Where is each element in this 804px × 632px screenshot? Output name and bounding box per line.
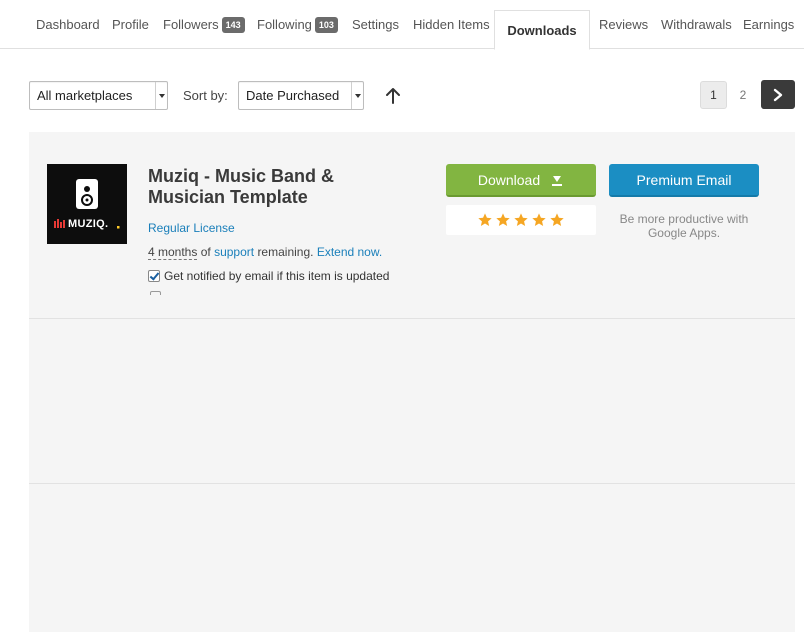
download-button[interactable]: Download — [446, 164, 596, 197]
license-link[interactable]: Regular License — [148, 221, 235, 235]
next-page-button[interactable] — [761, 80, 795, 109]
notify-option: Get notified by email if this item is up… — [148, 269, 389, 283]
page-2-button[interactable]: 2 — [732, 81, 754, 109]
tab-label: Hidden Items — [413, 17, 490, 32]
tab-label: Settings — [352, 17, 399, 32]
star-icon[interactable] — [531, 212, 547, 228]
support-text: of — [200, 245, 211, 259]
sort-select-value: Date Purchased — [246, 88, 340, 103]
support-duration: 4 months — [148, 245, 198, 260]
tab-label: Downloads — [507, 22, 577, 38]
item-thumbnail[interactable]: MUZIQ. — [47, 164, 127, 244]
download-label: Download — [477, 171, 541, 188]
support-status: 4 months of support remaining. Extend no… — [148, 245, 382, 260]
premium-email-button[interactable]: Premium Email — [609, 164, 759, 197]
row-divider — [29, 483, 795, 484]
tab-label: Earnings — [743, 17, 795, 32]
row-divider — [29, 318, 795, 319]
tab-following[interactable]: Following 103 — [257, 0, 338, 49]
page-number: 2 — [739, 88, 747, 102]
downloads-panel — [29, 132, 795, 632]
chevron-right-icon — [773, 88, 783, 101]
download-arrow-icon — [550, 173, 564, 187]
arrow-up-icon[interactable] — [384, 86, 402, 106]
tab-label: Withdrawals — [661, 17, 732, 32]
tab-downloads[interactable]: Downloads — [494, 10, 590, 50]
star-icon[interactable] — [477, 212, 493, 228]
tab-label: Dashboard — [36, 17, 100, 32]
tab-label: Profile — [112, 17, 149, 32]
marketplace-select[interactable]: All marketplaces — [29, 81, 168, 110]
tab-earnings[interactable]: Earnings — [743, 0, 794, 49]
dropdown-arrow-icon — [351, 82, 363, 109]
tab-settings[interactable]: Settings — [352, 0, 399, 49]
tab-label: Followers — [163, 17, 219, 32]
page-number: 1 — [710, 88, 717, 102]
followers-count-badge: 143 — [221, 16, 245, 33]
support-text: remaining. — [257, 245, 314, 259]
marketplace-select-value: All marketplaces — [37, 88, 133, 103]
following-count-badge: 103 — [314, 16, 338, 33]
thumbnail-logo-text: MUZIQ. — [68, 218, 109, 230]
tab-dashboard[interactable]: Dashboard — [36, 0, 100, 49]
star-icon[interactable] — [549, 212, 565, 228]
premium-email-label: Premium Email — [636, 171, 732, 188]
support-link[interactable]: support — [214, 245, 254, 259]
clipped-option-row — [150, 291, 362, 295]
extend-support-link[interactable]: Extend now. — [317, 245, 382, 259]
tab-reviews[interactable]: Reviews — [599, 0, 648, 49]
star-icon[interactable] — [513, 212, 529, 228]
sort-by-label: Sort by: — [183, 88, 228, 103]
tab-label: Following — [257, 17, 312, 32]
tab-profile[interactable]: Profile — [112, 0, 149, 49]
page-1-button[interactable]: 1 — [700, 81, 727, 109]
tab-label: Reviews — [599, 17, 649, 32]
notify-label: Get notified by email if this item is up… — [164, 269, 390, 283]
item-title[interactable]: Muziq - Music Band & Musician Template — [148, 166, 408, 208]
star-icon[interactable] — [495, 212, 511, 228]
premium-email-note: Be more productive with Google Apps. — [619, 212, 749, 240]
tab-withdrawals[interactable]: Withdrawals — [661, 0, 732, 49]
dropdown-arrow-icon — [155, 82, 167, 109]
star-rating[interactable] — [446, 205, 596, 235]
sort-select[interactable]: Date Purchased — [238, 81, 364, 110]
tab-bar: Dashboard Profile Followers 143 Following… — [0, 0, 804, 50]
tab-hidden-items[interactable]: Hidden Items — [413, 0, 490, 49]
tab-followers[interactable]: Followers 143 — [163, 0, 245, 49]
notify-checkbox[interactable] — [148, 270, 160, 282]
